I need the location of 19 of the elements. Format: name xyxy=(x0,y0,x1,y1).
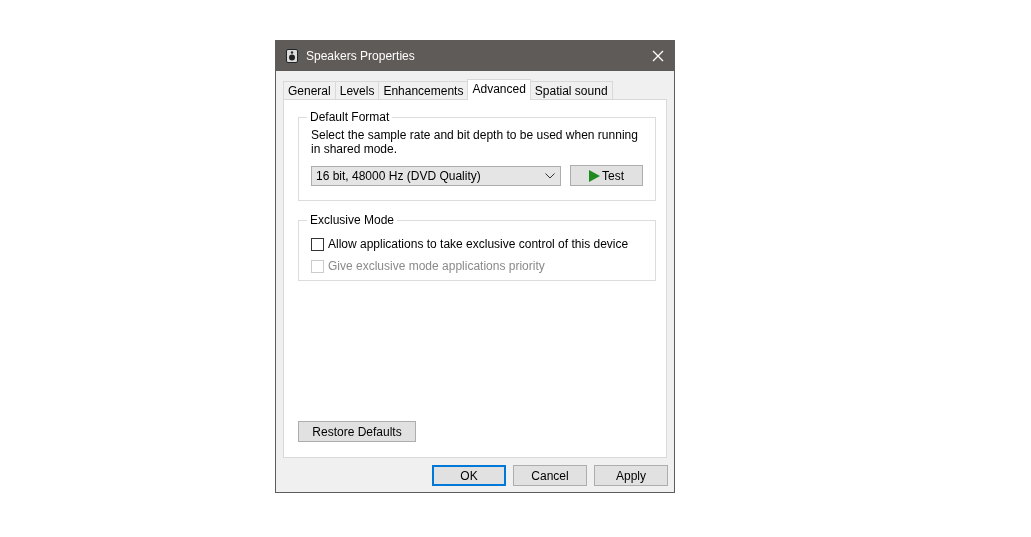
tab[interactable]: Spatial sound xyxy=(529,81,613,99)
tab[interactable]: General xyxy=(283,81,336,99)
dialog-button[interactable]: OK xyxy=(432,465,506,486)
test-button[interactable]: Test xyxy=(570,165,643,186)
window-title: Speakers Properties xyxy=(306,49,416,63)
group-title: Exclusive Mode xyxy=(309,213,396,227)
checkbox-option[interactable]: Allow applications to take exclusive control of this device xyxy=(311,233,643,255)
checkbox[interactable] xyxy=(311,237,324,251)
group-title: Default Format xyxy=(309,110,391,124)
format-dropdown[interactable]: 16 bit, 48000 Hz (DVD Quality) xyxy=(311,165,561,186)
dialog-button[interactable]: Cancel xyxy=(513,465,587,486)
chevron-down-icon xyxy=(545,172,555,179)
close-icon[interactable] xyxy=(652,50,664,62)
dialog-button[interactable]: Apply xyxy=(594,465,668,486)
description-text: Select the sample rate and bit depth to be used when running in shared mode. xyxy=(311,128,639,156)
tab[interactable]: Advanced xyxy=(467,79,531,100)
speaker-icon xyxy=(286,49,298,63)
play-icon xyxy=(589,169,600,182)
restore-defaults-button[interactable]: Restore Defaults xyxy=(298,421,416,442)
